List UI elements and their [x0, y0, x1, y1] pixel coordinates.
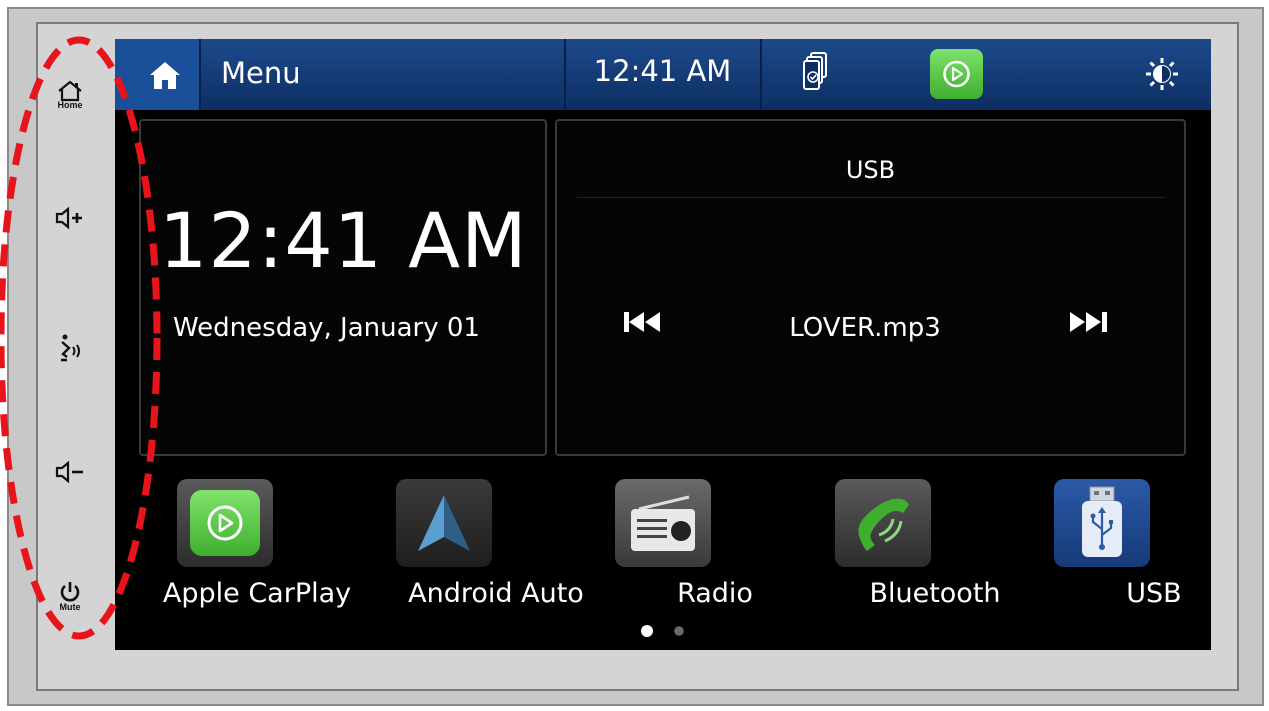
app-label: Bluetooth: [869, 578, 1001, 609]
page-indicator-active[interactable]: [641, 625, 653, 637]
carplay-icon: [207, 505, 243, 541]
home-button[interactable]: [115, 39, 201, 110]
previous-track-button[interactable]: [622, 309, 666, 339]
voice-icon: [61, 334, 80, 362]
power-icon: [60, 582, 80, 602]
top-clock: 12:41 AM: [593, 54, 732, 88]
display-screen: Menu 12:41 AM 12:41 AM Wednesday, Januar…: [115, 39, 1211, 650]
home-caption: Home: [57, 100, 83, 110]
carplay-icon: [943, 60, 970, 88]
power-mute-button[interactable]: Mute: [48, 580, 92, 612]
volume-down-icon: [55, 460, 83, 484]
app-label: Radio: [677, 578, 753, 609]
voice-button[interactable]: [48, 332, 92, 366]
volume-down-button[interactable]: [48, 460, 92, 484]
home-icon: [150, 62, 180, 89]
divider: [760, 39, 762, 110]
usb-drive-icon: [1082, 486, 1122, 557]
skip-next-icon: [1070, 312, 1107, 332]
track-name: LOVER.mp3: [789, 313, 941, 343]
mute-caption: Mute: [59, 602, 81, 612]
android-auto-icon: [418, 495, 470, 551]
app-tile: [835, 479, 931, 567]
home-icon: [58, 80, 82, 102]
clock-time: 12:41 AM: [159, 196, 528, 285]
menu-label[interactable]: Menu: [221, 55, 301, 91]
volume-up-button[interactable]: [48, 206, 92, 230]
volume-up-icon: [55, 206, 82, 230]
phone-link-icon[interactable]: [803, 51, 829, 95]
app-tile: [396, 479, 492, 567]
next-track-button[interactable]: [1066, 309, 1110, 339]
app-label: Android Auto: [408, 578, 584, 609]
app-tile: [177, 479, 273, 567]
divider: [577, 197, 1165, 198]
top-bar: Menu 12:41 AM: [115, 39, 1211, 110]
media-source: USB: [845, 156, 896, 184]
skip-previous-icon: [624, 312, 660, 332]
radio-icon: [631, 495, 695, 551]
phone-call-icon: [858, 498, 909, 551]
clock-date: Wednesday, January 01: [173, 313, 480, 343]
brightness-icon[interactable]: [1145, 57, 1179, 95]
app-label: USB: [1126, 578, 1182, 609]
app-tile: [1054, 479, 1150, 567]
home-hard-button[interactable]: Home: [48, 80, 92, 110]
app-tile: [615, 479, 711, 567]
clock-panel[interactable]: [139, 119, 547, 456]
carplay-shortcut[interactable]: [930, 49, 983, 99]
app-label: Apple CarPlay: [162, 578, 352, 609]
page-indicator[interactable]: [674, 626, 684, 636]
